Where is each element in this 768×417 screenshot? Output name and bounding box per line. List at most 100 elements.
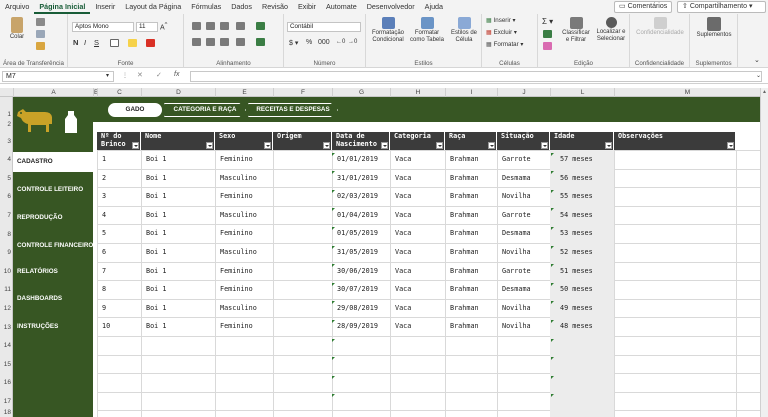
tab-receitas-despesas[interactable]: RECEITAS E DESPESAS	[248, 103, 338, 117]
table-cell[interactable]: Brahman	[445, 262, 497, 281]
decrease-decimal-icon[interactable]: →0	[348, 39, 357, 45]
filter-dropdown-icon[interactable]	[488, 142, 495, 149]
sidebar-item-cadastro[interactable]: CADASTRO	[13, 152, 93, 172]
addins-button[interactable]: Suplementos	[692, 17, 736, 39]
table-cell[interactable]: 31/01/2019	[332, 169, 390, 188]
table-cell[interactable]: Brahman	[445, 317, 497, 336]
table-cell[interactable]: Brahman	[445, 187, 497, 206]
row-header[interactable]: 6	[0, 193, 13, 200]
row-header[interactable]: 1	[0, 111, 13, 118]
number-format-select[interactable]: Contábil	[287, 22, 361, 32]
table-cell[interactable]: 55 meses	[550, 187, 614, 206]
table-cell[interactable]: Masculino	[215, 206, 273, 225]
table-cell[interactable]: Desmama	[497, 169, 550, 188]
row-header[interactable]: 5	[0, 175, 13, 182]
table-cell[interactable]: Brahman	[445, 169, 497, 188]
table-cell[interactable]: Vaca	[390, 150, 445, 169]
merge-center-icon[interactable]	[256, 38, 265, 46]
table-cell[interactable]	[614, 169, 736, 188]
table-cell[interactable]: Feminino	[215, 224, 273, 243]
table-cell[interactable]: Brahman	[445, 206, 497, 225]
table-cell[interactable]: Brahman	[445, 150, 497, 169]
header-sexo[interactable]: Sexo	[215, 132, 273, 150]
font-name-select[interactable]: Aptos Mono	[72, 22, 134, 32]
align-middle-icon[interactable]	[206, 22, 215, 30]
col-header-a[interactable]: A	[13, 88, 93, 97]
font-color-icon[interactable]	[146, 39, 155, 47]
borders-icon[interactable]	[110, 39, 119, 47]
table-cell[interactable]: 48 meses	[550, 317, 614, 336]
table-cell[interactable]: Vaca	[390, 243, 445, 262]
menu-exibir[interactable]: Exibir	[293, 0, 321, 14]
table-cell[interactable]: 01/04/2019	[332, 206, 390, 225]
table-cell[interactable]: Boi 1	[141, 224, 215, 243]
table-cell[interactable]: Brahman	[445, 224, 497, 243]
sidebar-item-controle-leiteiro[interactable]: CONTROLE LEITEIRO	[13, 180, 93, 200]
name-box[interactable]: M7	[2, 71, 114, 82]
formula-input[interactable]	[190, 71, 762, 82]
thousands-icon[interactable]: 000	[318, 39, 330, 46]
filter-dropdown-icon[interactable]	[206, 142, 213, 149]
table-cell[interactable]: 7	[97, 262, 141, 281]
table-cell[interactable]	[273, 187, 332, 206]
tab-gado[interactable]: GADO	[108, 103, 162, 117]
currency-icon[interactable]: $ ▾	[289, 39, 298, 47]
fill-icon[interactable]	[543, 30, 552, 38]
filter-dropdown-icon[interactable]	[323, 142, 330, 149]
menu-inserir[interactable]: Inserir	[90, 0, 120, 14]
table-cell[interactable]	[614, 243, 736, 262]
paste-button[interactable]: Colar	[4, 17, 30, 41]
row-header[interactable]: 12	[0, 305, 13, 312]
table-cell[interactable]: 28/09/2019	[332, 317, 390, 336]
fx-icon[interactable]: fx	[174, 71, 179, 78]
table-cell[interactable]	[614, 262, 736, 281]
cancel-icon[interactable]: ✕	[137, 71, 143, 79]
table-cell[interactable]: 2	[97, 169, 141, 188]
share-button[interactable]: ⇧ Compartilhamento ▾	[677, 1, 766, 13]
comments-button[interactable]: ▭ Comentários	[614, 1, 672, 13]
confirm-icon[interactable]: ✓	[156, 71, 162, 79]
table-cell[interactable]: 50 meses	[550, 280, 614, 299]
sidebar-item-dashboards[interactable]: DASHBOARDS	[13, 289, 93, 309]
header-data-nascimento[interactable]: Data de Nascimento	[332, 132, 390, 150]
table-cell[interactable]: 54 meses	[550, 206, 614, 225]
table-cell[interactable]	[614, 224, 736, 243]
menu-pagina-inicial[interactable]: Página Inicial	[34, 0, 91, 14]
table-cell[interactable]: Feminino	[215, 280, 273, 299]
table-cell[interactable]: Garrote	[497, 206, 550, 225]
format-cells-button[interactable]: ▦ Formatar ▾	[486, 41, 524, 48]
table-cell[interactable]: Masculino	[215, 243, 273, 262]
format-painter-icon[interactable]	[36, 42, 45, 50]
col-header-g[interactable]: G	[332, 88, 390, 97]
table-cell[interactable]: Masculino	[215, 169, 273, 188]
table-cell[interactable]	[273, 224, 332, 243]
name-box-dropdown-icon[interactable]: ▾	[106, 72, 109, 79]
menu-ajuda[interactable]: Ajuda	[420, 0, 448, 14]
table-cell[interactable]: Vaca	[390, 262, 445, 281]
table-cell[interactable]	[273, 299, 332, 318]
table-cell[interactable]: 30/07/2019	[332, 280, 390, 299]
table-cell[interactable]	[273, 150, 332, 169]
header-raca[interactable]: Raça	[445, 132, 497, 150]
table-cell[interactable]: 02/03/2019	[332, 187, 390, 206]
options-icon[interactable]: ⋮	[122, 72, 128, 79]
filter-dropdown-icon[interactable]	[132, 142, 139, 149]
increase-decimal-icon[interactable]: ←0	[336, 39, 345, 45]
header-idade[interactable]: Idade	[550, 132, 614, 150]
row-header[interactable]: 4	[0, 156, 13, 163]
table-cell[interactable]: Boi 1	[141, 262, 215, 281]
table-cell[interactable]: 6	[97, 243, 141, 262]
sort-filter-button[interactable]: Classificar e Filtrar	[560, 17, 592, 44]
table-cell[interactable]: 5	[97, 224, 141, 243]
table-cell[interactable]: Novilha	[497, 187, 550, 206]
row-header[interactable]: 2	[0, 121, 13, 128]
table-cell[interactable]	[273, 206, 332, 225]
table-cell[interactable]: Novilha	[497, 299, 550, 318]
header-origem[interactable]: Origem	[273, 132, 332, 150]
align-center-icon[interactable]	[206, 38, 215, 46]
menu-layout[interactable]: Layout da Página	[120, 0, 186, 14]
table-cell[interactable]: Garrote	[497, 150, 550, 169]
table-cell[interactable]	[614, 280, 736, 299]
table-cell[interactable]: 10	[97, 317, 141, 336]
table-cell[interactable]: Desmama	[497, 224, 550, 243]
